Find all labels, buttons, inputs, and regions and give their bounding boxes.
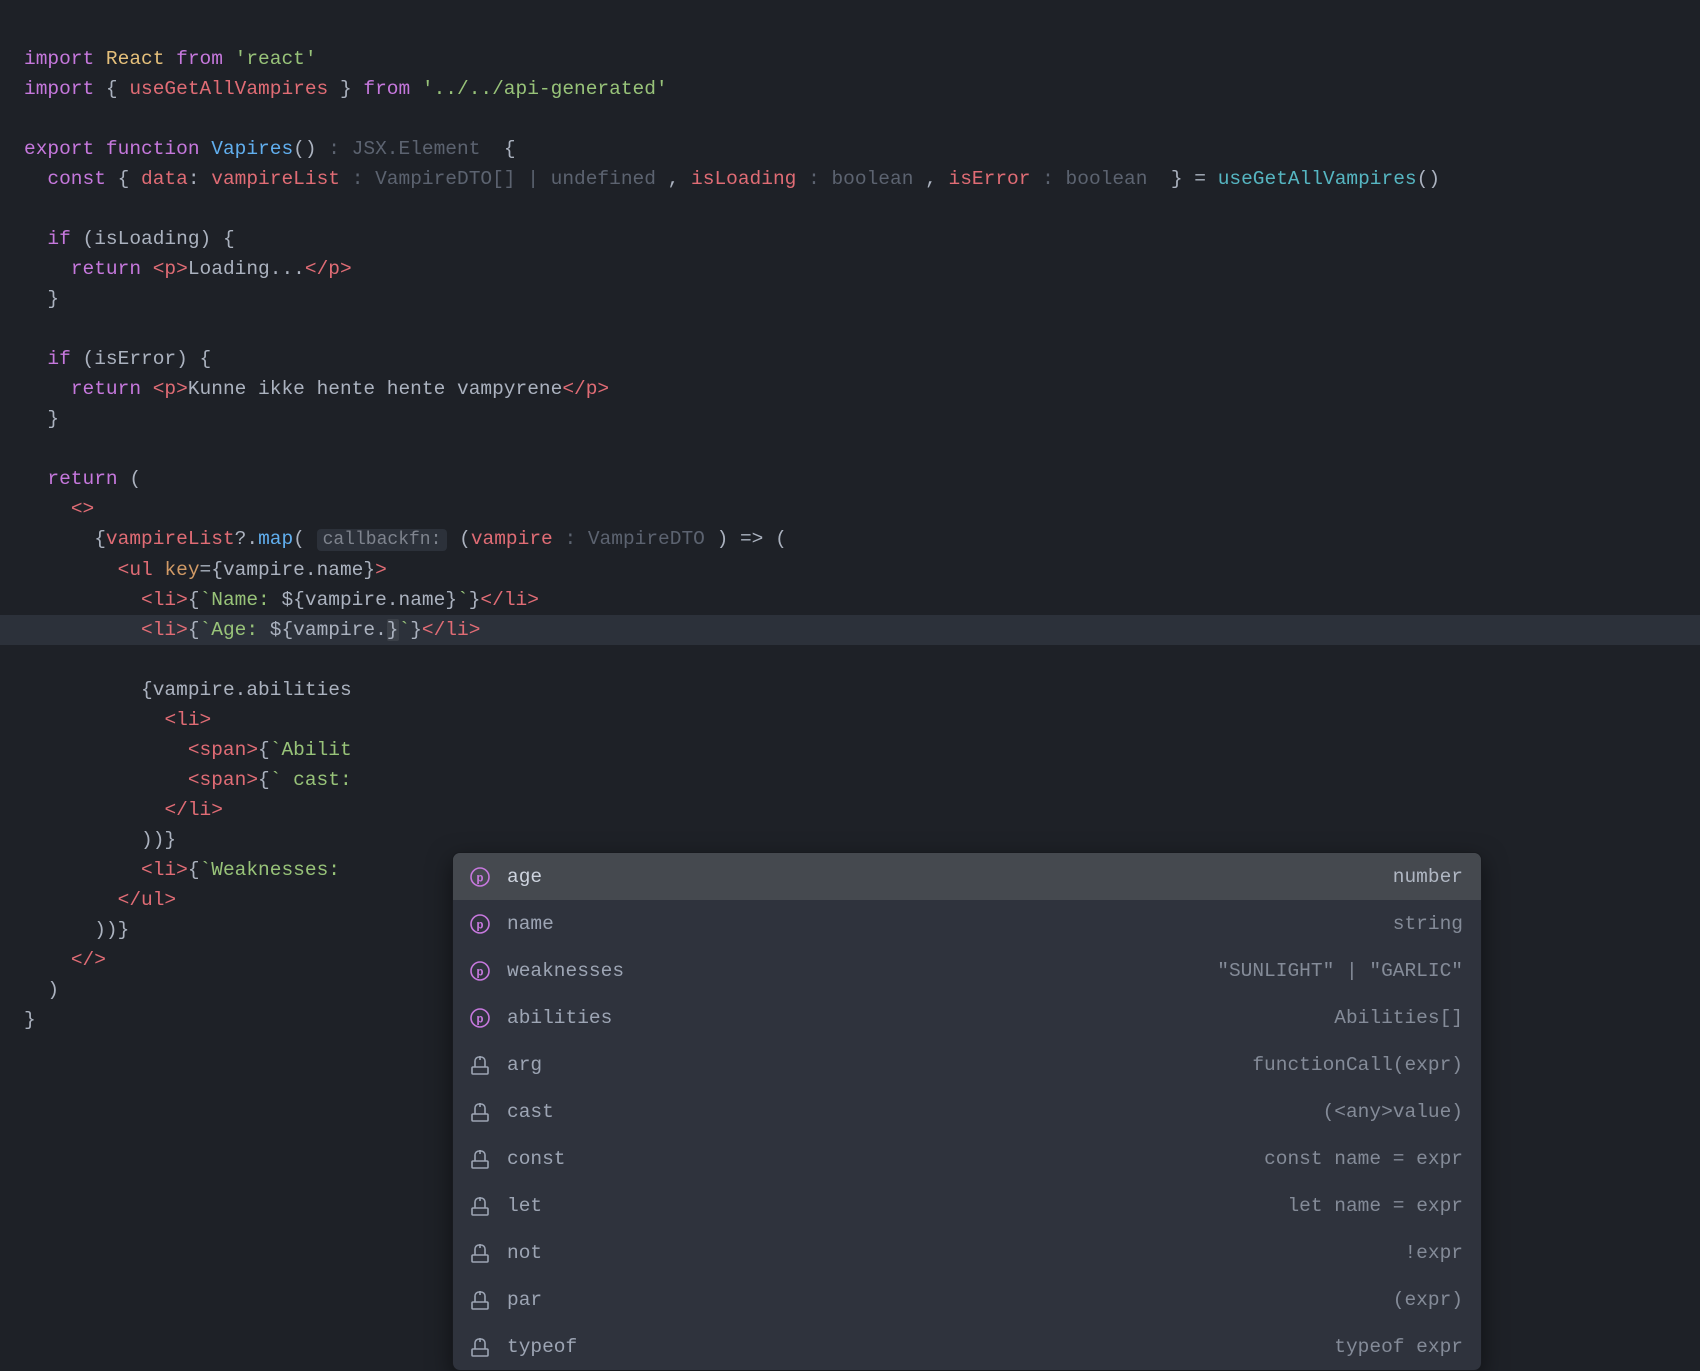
- code-line: <li>{`Weaknesses:: [24, 859, 340, 881]
- autocomplete-type-hint: number: [1393, 862, 1463, 892]
- property-icon: p: [467, 958, 493, 984]
- autocomplete-popup[interactable]: p age number p name string p weaknesses "SUNLIGH…: [452, 852, 1482, 1371]
- template-icon: [467, 1052, 493, 1078]
- autocomplete-label: par: [507, 1285, 542, 1315]
- code-line: import { useGetAllVampires } from '../..…: [24, 78, 668, 100]
- autocomplete-label: abilities: [507, 1003, 612, 1033]
- template-icon: [467, 1146, 493, 1172]
- code-line-current: <li>{`Age: ${vampire.}`}</li>: [0, 615, 1700, 645]
- code-line: <li>: [24, 709, 211, 731]
- autocomplete-label: not: [507, 1238, 542, 1268]
- autocomplete-item-par[interactable]: par (expr): [453, 1276, 1481, 1323]
- autocomplete-type-hint: typeof expr: [1334, 1332, 1463, 1362]
- autocomplete-type-hint: functionCall(expr): [1252, 1050, 1463, 1080]
- code-line: <span>{` cast:: [24, 769, 352, 791]
- code-line: {vampire.abilities: [24, 679, 352, 701]
- autocomplete-type-hint: const name = expr: [1264, 1144, 1463, 1174]
- svg-text:p: p: [476, 965, 483, 979]
- code-line: </>: [24, 949, 106, 971]
- svg-text:p: p: [476, 871, 483, 885]
- code-line: <ul key={vampire.name}>: [24, 559, 387, 581]
- code-line: return (: [24, 468, 141, 490]
- code-line: export function Vapires() : JSX.Element …: [24, 138, 516, 160]
- code-line: </ul>: [24, 889, 176, 911]
- code-line: return <p>Kunne ikke hente hente vampyre…: [24, 378, 609, 400]
- code-line: ))}: [24, 919, 129, 941]
- code-line: [24, 318, 36, 340]
- text-cursor: }: [387, 619, 399, 641]
- autocomplete-type-hint: let name = expr: [1287, 1191, 1463, 1221]
- autocomplete-type-hint: Abilities[]: [1334, 1003, 1463, 1033]
- code-line: if (isLoading) {: [24, 228, 235, 250]
- template-icon: [467, 1287, 493, 1313]
- autocomplete-type-hint: (expr): [1393, 1285, 1463, 1315]
- autocomplete-type-hint: !expr: [1404, 1238, 1463, 1268]
- autocomplete-item-weaknesses[interactable]: p weaknesses "SUNLIGHT" | "GARLIC": [453, 947, 1481, 994]
- autocomplete-label: age: [507, 862, 542, 892]
- autocomplete-item-age[interactable]: p age number: [453, 853, 1481, 900]
- code-line: [24, 108, 36, 130]
- template-icon: [467, 1240, 493, 1266]
- autocomplete-item-arg[interactable]: arg functionCall(expr): [453, 1041, 1481, 1088]
- autocomplete-item-name[interactable]: p name string: [453, 900, 1481, 947]
- code-line: if (isError) {: [24, 348, 211, 370]
- code-line: const { data: vampireList : VampireDTO[]…: [24, 168, 1440, 190]
- autocomplete-item-not[interactable]: not !expr: [453, 1229, 1481, 1276]
- code-line: import React from 'react': [24, 48, 317, 70]
- code-line: [24, 438, 36, 460]
- code-line: ))}: [24, 829, 176, 851]
- svg-text:p: p: [476, 1012, 483, 1026]
- code-line: }: [24, 408, 59, 430]
- autocomplete-label: const: [507, 1144, 566, 1174]
- template-icon: [467, 1193, 493, 1219]
- svg-text:p: p: [476, 918, 483, 932]
- property-icon: p: [467, 1005, 493, 1031]
- autocomplete-type-hint: (<any>value): [1323, 1097, 1463, 1127]
- code-line: }: [24, 288, 59, 310]
- property-icon: p: [467, 864, 493, 890]
- code-line: }: [24, 1009, 36, 1031]
- autocomplete-label: typeof: [507, 1332, 577, 1362]
- code-line: </li>: [24, 799, 223, 821]
- autocomplete-item-const[interactable]: const const name = expr: [453, 1135, 1481, 1182]
- autocomplete-item-abilities[interactable]: p abilities Abilities[]: [453, 994, 1481, 1041]
- autocomplete-label: cast: [507, 1097, 554, 1127]
- template-icon: [467, 1099, 493, 1125]
- autocomplete-label: let: [507, 1191, 542, 1221]
- inline-param-hint: callbackfn:: [317, 529, 448, 551]
- autocomplete-label: arg: [507, 1050, 542, 1080]
- autocomplete-item-typeof[interactable]: typeof typeof expr: [453, 1323, 1481, 1370]
- code-line: {vampireList?.map( callbackfn: (vampire …: [24, 528, 787, 550]
- autocomplete-label: name: [507, 909, 554, 939]
- autocomplete-type-hint: "SUNLIGHT" | "GARLIC": [1217, 956, 1463, 986]
- autocomplete-label: weaknesses: [507, 956, 624, 986]
- template-icon: [467, 1334, 493, 1360]
- code-line: ): [24, 979, 59, 1001]
- autocomplete-item-let[interactable]: let let name = expr: [453, 1182, 1481, 1229]
- code-line: <>: [24, 498, 94, 520]
- code-line: <span>{`Abilit: [24, 739, 352, 761]
- autocomplete-item-cast[interactable]: cast (<any>value): [453, 1088, 1481, 1135]
- autocomplete-type-hint: string: [1393, 909, 1463, 939]
- code-line: [24, 198, 36, 220]
- code-line: <li>{`Name: ${vampire.name}`}</li>: [24, 589, 539, 611]
- property-icon: p: [467, 911, 493, 937]
- code-line: return <p>Loading...</p>: [24, 258, 352, 280]
